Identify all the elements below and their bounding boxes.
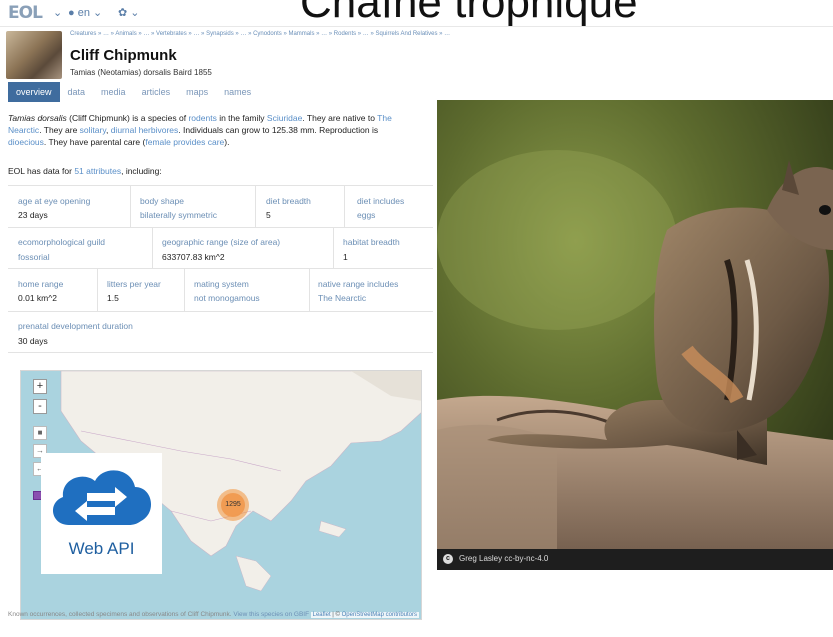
chipmunk-photo-image — [437, 100, 833, 570]
scientific-name: Tamias (Neotamias) dorsalis Baird 1855 — [70, 68, 212, 77]
grid-divider — [344, 185, 345, 227]
breadcrumb[interactable]: Creatures » … » Animals » … » Vertebrate… — [70, 31, 450, 37]
desc-text: in the family — [216, 113, 267, 123]
tab-bar: overview data media articles maps names — [8, 82, 259, 102]
link-solitary[interactable]: solitary — [80, 125, 106, 135]
link-view-on-gbif[interactable]: View this species on GBIF — [233, 611, 309, 618]
photo-credit[interactable]: Greg Lasley cc-by-nc-4.0 — [459, 554, 548, 563]
cluster-count: 1295 — [221, 493, 245, 517]
link-sciuridae[interactable]: Sciuridae — [267, 113, 302, 123]
tab-media[interactable]: media — [93, 82, 134, 102]
globe-icon: ● — [68, 7, 75, 19]
page-title: Cliff Chipmunk — [70, 47, 177, 64]
tab-names[interactable]: names — [216, 82, 259, 102]
intro-text: , including: — [121, 166, 162, 176]
chevron-down-icon: ⌄ — [93, 7, 103, 19]
attr-value-litters-per-year: 1.5 — [107, 293, 119, 303]
attr-value-geographic-range: 633707.83 km^2 — [162, 252, 225, 262]
attr-label-prenatal-duration[interactable]: prenatal development duration — [18, 321, 133, 331]
desc-text: . They have parental care ( — [43, 137, 146, 147]
attr-label-geographic-range[interactable]: geographic range (size of area) — [162, 237, 280, 247]
fullscreen-icon[interactable]: ■ — [33, 426, 47, 440]
photo-credit-bar: c Greg Lasley cc-by-nc-4.0 — [437, 549, 833, 570]
attr-value-home-range: 0.01 km^2 — [18, 293, 57, 303]
attr-label-native-range[interactable]: native range includes — [318, 279, 398, 289]
brand-menu-chevron-icon[interactable]: ⌄ — [53, 6, 62, 19]
link-rodents[interactable]: rodents — [188, 113, 216, 123]
gear-icon: ✿ — [118, 7, 128, 19]
attr-label-home-range[interactable]: home range — [18, 279, 63, 289]
attr-value-mating-system[interactable]: not monogamous — [194, 293, 260, 303]
attr-label-age-eye-opening[interactable]: age at eye opening — [18, 196, 90, 206]
language-selector[interactable]: ● en ⌄ — [68, 6, 102, 19]
attr-label-habitat-breadth[interactable]: habitat breadth — [343, 237, 400, 247]
map-caption: Known occurrences, collected specimens a… — [8, 610, 428, 619]
zoom-in-button[interactable]: + — [33, 379, 47, 394]
link-female-care[interactable]: female provides care — [145, 137, 224, 147]
desc-text: (Cliff Chipmunk) is a species of — [66, 113, 189, 123]
species-photo[interactable] — [437, 100, 833, 570]
attr-label-ecomorphological-guild[interactable]: ecomorphological guild — [18, 237, 105, 247]
grid-divider — [152, 227, 153, 268]
grid-divider — [97, 268, 98, 311]
creative-commons-icon: c — [443, 554, 453, 564]
attr-label-body-shape[interactable]: body shape — [140, 196, 184, 206]
web-api-label: Web API — [68, 539, 135, 558]
taxon-thumbnail[interactable] — [6, 31, 62, 79]
grid-divider — [8, 268, 433, 269]
caption-text: Known occurrences, collected specimens a… — [8, 611, 234, 618]
desc-text: . They are — [39, 125, 80, 135]
attr-value-diet-includes[interactable]: eggs — [357, 210, 375, 220]
language-label: en — [77, 7, 90, 19]
attr-label-mating-system[interactable]: mating system — [194, 279, 249, 289]
desc-text: . Individuals can grow to 125.38 mm. Rep… — [178, 125, 379, 135]
species-description: Tamias dorsalis (Cliff Chipmunk) is a sp… — [8, 112, 418, 148]
species-name-italic: Tamias dorsalis — [8, 113, 67, 123]
grid-divider — [8, 185, 433, 186]
zoom-out-button[interactable]: - — [33, 399, 47, 414]
attr-value-native-range[interactable]: The Nearctic — [318, 293, 366, 303]
grid-divider — [255, 185, 256, 227]
attr-value-ecomorphological-guild[interactable]: fossorial — [18, 252, 50, 262]
intro-text: EOL has data for — [8, 166, 75, 176]
attr-value-prenatal-duration: 30 days — [18, 336, 48, 346]
link-51-attributes[interactable]: 51 attributes — [74, 166, 121, 176]
attr-label-litters-per-year[interactable]: litters per year — [107, 279, 161, 289]
eol-logo[interactable]: EOL — [8, 3, 43, 23]
overlay-title: Chaîne trophique — [300, 0, 638, 27]
tab-overview[interactable]: overview — [8, 82, 60, 102]
desc-text: . They are native to — [302, 113, 378, 123]
web-api-badge: Web API — [41, 453, 162, 574]
settings-menu[interactable]: ✿ ⌄ — [118, 6, 140, 19]
grid-divider — [184, 268, 185, 311]
grid-divider — [333, 227, 334, 268]
link-dioecious[interactable]: dioecious — [8, 137, 44, 147]
cloud-sync-icon — [52, 470, 152, 525]
grid-divider — [8, 352, 433, 353]
grid-divider — [130, 185, 131, 227]
grid-divider — [309, 268, 310, 311]
occurrence-cluster-marker[interactable]: 1295 — [217, 489, 249, 521]
attr-value-habitat-breadth: 1 — [343, 252, 348, 262]
tab-data[interactable]: data — [60, 82, 94, 102]
desc-text: ). — [224, 137, 230, 147]
attr-label-diet-breadth[interactable]: diet breadth — [266, 196, 311, 206]
attr-value-age-eye-opening: 23 days — [18, 210, 48, 220]
attr-value-body-shape[interactable]: bilaterally symmetric — [140, 210, 217, 220]
tab-maps[interactable]: maps — [178, 82, 216, 102]
grid-divider — [8, 311, 433, 312]
attr-label-diet-includes[interactable]: diet includes — [357, 196, 404, 206]
grid-divider — [8, 227, 433, 228]
taxon-header: Creatures » … » Animals » … » Vertebrate… — [0, 27, 833, 83]
attributes-intro: EOL has data for 51 attributes, includin… — [8, 166, 162, 176]
chevron-down-icon: ⌄ — [130, 7, 140, 19]
tab-articles[interactable]: articles — [134, 82, 179, 102]
link-diurnal-herbivores[interactable]: diurnal herbivores — [111, 125, 179, 135]
attr-value-diet-breadth: 5 — [266, 210, 271, 220]
